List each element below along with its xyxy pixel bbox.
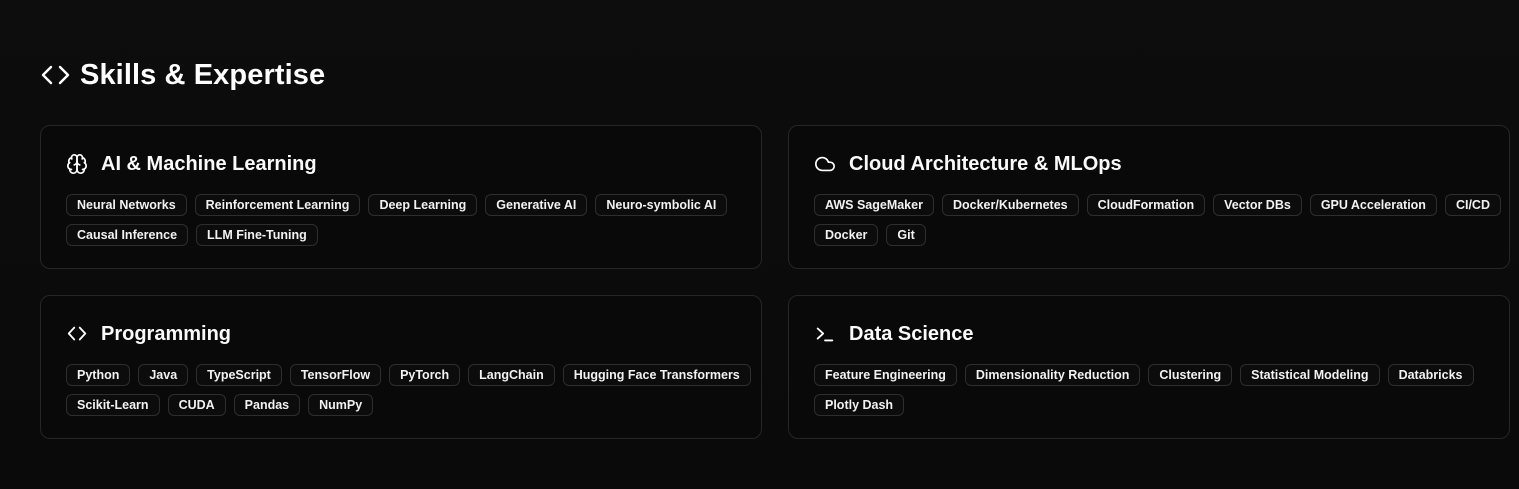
section-header: Skills & Expertise xyxy=(40,58,325,92)
skill-tag: CI/CD xyxy=(1444,194,1501,216)
skill-tag: TypeScript xyxy=(196,364,282,386)
skill-tag: Docker xyxy=(814,224,879,246)
skill-tag: Causal Inference xyxy=(66,224,189,246)
skill-tag: CUDA xyxy=(167,394,226,416)
skill-tag: Feature Engineering xyxy=(814,364,957,386)
skill-tag: Git xyxy=(886,224,926,246)
skill-tag: NumPy xyxy=(308,394,374,416)
card-title: Programming xyxy=(101,323,232,345)
skill-tag: PyTorch xyxy=(389,364,461,386)
skill-tag: GPU Acceleration xyxy=(1309,194,1437,216)
skill-tag: Pandas xyxy=(233,394,301,416)
skill-tag: Python xyxy=(66,364,131,386)
tag-list: Neural Networks Reinforcement Learning D… xyxy=(66,194,756,246)
skill-tag: Clustering xyxy=(1148,364,1233,386)
skill-tag: Generative AI xyxy=(485,194,588,216)
tag-list: AWS SageMaker Docker/Kubernetes CloudFor… xyxy=(814,194,1504,246)
card-header: Programming xyxy=(66,321,231,347)
code-icon xyxy=(66,323,88,345)
skill-tag: AWS SageMaker xyxy=(814,194,934,216)
skill-tag: Reinforcement Learning xyxy=(194,194,361,216)
skill-tag: Neural Networks xyxy=(66,194,187,216)
skill-tag: Dimensionality Reduction xyxy=(964,364,1141,386)
skill-card-data-science: Data Science Feature Engineering Dimensi… xyxy=(788,295,1510,439)
card-title: Data Science xyxy=(849,323,974,345)
skill-card-programming: Programming Python Java TypeScript Tenso… xyxy=(40,295,762,439)
skill-tag: Statistical Modeling xyxy=(1240,364,1380,386)
skill-tag: Plotly Dash xyxy=(814,394,905,416)
brain-icon xyxy=(66,153,88,175)
skill-tag: LLM Fine-Tuning xyxy=(196,224,318,246)
card-header: Data Science xyxy=(814,321,974,347)
skill-tag: LangChain xyxy=(468,364,555,386)
tag-list: Feature Engineering Dimensionality Reduc… xyxy=(814,364,1504,416)
cloud-icon xyxy=(814,153,836,175)
skill-tag: Databricks xyxy=(1387,364,1474,386)
skill-tag: TensorFlow xyxy=(289,364,382,386)
terminal-icon xyxy=(814,323,836,345)
skill-card-cloud-mlops: Cloud Architecture & MLOps AWS SageMaker… xyxy=(788,125,1510,269)
code-icon xyxy=(40,64,71,86)
skill-tag: Hugging Face Transformers xyxy=(562,364,751,386)
skill-card-ai-ml: AI & Machine Learning Neural Networks Re… xyxy=(40,125,762,269)
skill-tag: Deep Learning xyxy=(368,194,478,216)
card-title: AI & Machine Learning xyxy=(101,153,317,175)
skill-tag: Scikit-Learn xyxy=(66,394,160,416)
tag-list: Python Java TypeScript TensorFlow PyTorc… xyxy=(66,364,756,416)
skill-tag: CloudFormation xyxy=(1086,194,1206,216)
card-header: Cloud Architecture & MLOps xyxy=(814,151,1122,177)
skill-tag: Neuro-symbolic AI xyxy=(595,194,728,216)
card-header: AI & Machine Learning xyxy=(66,151,317,177)
skill-tag: Vector DBs xyxy=(1213,194,1302,216)
skill-tag: Docker/Kubernetes xyxy=(941,194,1079,216)
card-title: Cloud Architecture & MLOps xyxy=(849,153,1122,175)
section-title: Skills & Expertise xyxy=(80,59,326,91)
skills-section: Skills & Expertise AI & Machine Learning xyxy=(40,0,1512,489)
skill-tag: Java xyxy=(138,364,189,386)
